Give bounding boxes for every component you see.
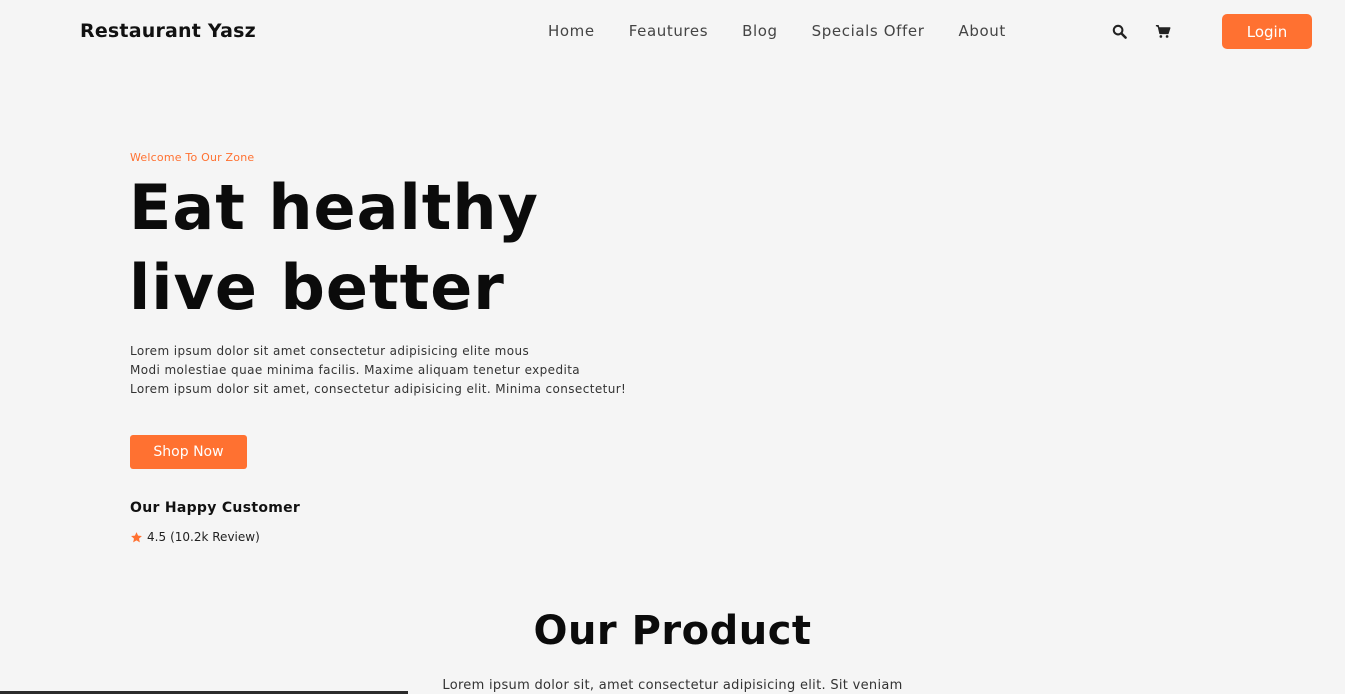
brand-logo[interactable]: Restaurant Yasz: [80, 20, 256, 42]
customer-rating: 4.5 (10.2k Review): [130, 530, 260, 544]
hero-description-line-3: Lorem ipsum dolor sit amet, consectetur …: [130, 382, 627, 396]
search-icon[interactable]: [1109, 21, 1129, 41]
hero-description: Lorem ipsum dolor sit amet consectetur a…: [130, 342, 690, 399]
hero-title: Eat healthy live better: [129, 168, 649, 328]
hero-eyebrow: Welcome To Our Zone: [130, 151, 255, 164]
nav-specials-offer[interactable]: Specials Offer: [795, 22, 942, 40]
rating-reviews: (10.2k Review): [170, 530, 260, 544]
hero-description-line-2: Modi molestiae quae minima facilis. Maxi…: [130, 363, 581, 377]
star-icon: [131, 531, 142, 542]
nav-blog[interactable]: Blog: [725, 22, 795, 40]
hero-title-line-1: Eat healthy: [129, 171, 539, 244]
rating-value: 4.5: [147, 530, 167, 544]
landing-page: Restaurant Yasz Home Feautures Blog Spec…: [0, 0, 1345, 694]
hero-description-line-1: Lorem ipsum dolor sit amet consectetur a…: [130, 344, 530, 358]
nav-about[interactable]: About: [941, 22, 1022, 40]
cart-icon[interactable]: [1153, 21, 1173, 41]
nav-home[interactable]: Home: [531, 22, 612, 40]
login-button[interactable]: Login: [1222, 14, 1312, 49]
hero-title-line-2: live better: [129, 251, 505, 324]
shop-now-button[interactable]: Shop Now: [130, 435, 247, 469]
nav-features[interactable]: Feautures: [612, 22, 725, 40]
product-section-title: Our Product: [533, 608, 812, 654]
main-nav: Home Feautures Blog Specials Offer About: [531, 22, 1023, 40]
happy-customer-title: Our Happy Customer: [130, 500, 301, 516]
